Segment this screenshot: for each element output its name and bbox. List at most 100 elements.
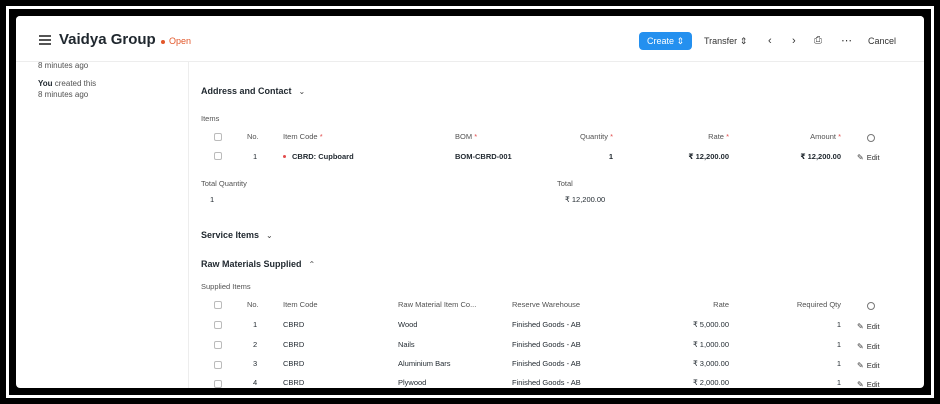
create-label: Create <box>646 36 674 46</box>
row-no: 2 <box>253 340 258 349</box>
row-item-code[interactable]: CBRD <box>283 340 304 349</box>
row-edit-button[interactable]: ✎ Edit <box>857 380 880 388</box>
chevron-updown-icon: ⇕ <box>739 36 748 46</box>
pencil-icon: ✎ <box>857 322 864 331</box>
required-marker: * <box>726 132 729 141</box>
row-checkbox[interactable] <box>214 341 222 349</box>
previous-icon[interactable]: ‹ <box>768 32 772 50</box>
form-main: Address and Contact ⌄ Items No. Item Code… <box>188 61 907 388</box>
row-quantity[interactable]: 1 <box>529 152 613 161</box>
status-dot-icon <box>161 39 165 44</box>
row-rate[interactable]: ₹ 12,200.00 <box>639 152 729 161</box>
required-marker: * <box>319 132 323 141</box>
row-raw-material[interactable]: Wood <box>398 320 417 329</box>
pencil-icon: ✎ <box>857 361 864 370</box>
col-rate: Rate <box>713 300 729 309</box>
col-amount: Amount * <box>751 132 841 141</box>
section-raw-materials[interactable]: Raw Materials Supplied ⌃ <box>201 259 315 269</box>
status-badge: Open <box>161 36 191 46</box>
activity-text: created this <box>54 79 97 88</box>
more-options-icon[interactable]: ⋯ <box>841 32 852 50</box>
row-rate: ₹ 1,000.00 <box>692 340 729 349</box>
col-reserve-warehouse: Reserve Warehouse <box>512 300 581 309</box>
select-all-checkbox[interactable] <box>214 133 222 141</box>
activity-time: 8 minutes ago <box>38 90 89 99</box>
page-header: Vaidya Group Open Create ⇕ Transfer ⇕ ‹ … <box>16 16 924 62</box>
row-edit-button[interactable]: ✎ Edit <box>857 361 880 370</box>
column-settings-icon[interactable] <box>867 302 875 310</box>
page-title: Vaidya Group <box>59 31 156 48</box>
row-required-qty: 1 <box>836 320 841 329</box>
row-raw-material[interactable]: Aluminium Bars <box>398 359 451 368</box>
edit-label: Edit <box>866 361 880 370</box>
row-required-qty: 1 <box>836 359 841 368</box>
row-checkbox[interactable] <box>214 152 222 160</box>
menu-icon[interactable] <box>39 35 51 45</box>
edit-label: Edit <box>866 380 880 388</box>
row-checkbox[interactable] <box>214 321 222 329</box>
section-title: Service Items <box>201 230 260 240</box>
print-icon[interactable]: ⎙ <box>814 32 822 50</box>
column-settings-icon[interactable] <box>867 134 875 142</box>
col-quantity-label: Quantity <box>580 132 608 141</box>
total-quantity-label: Total Quantity <box>201 179 247 188</box>
col-bom-label: BOM <box>455 132 473 141</box>
app-window: Vaidya Group Open Create ⇕ Transfer ⇕ ‹ … <box>16 16 924 388</box>
transfer-label: Transfer <box>704 36 738 46</box>
transfer-button[interactable]: Transfer ⇕ <box>704 32 747 50</box>
row-warehouse[interactable]: Finished Goods - AB <box>512 320 581 329</box>
row-item-code[interactable]: CBRD <box>283 320 304 329</box>
section-title: Address and Contact <box>201 86 292 96</box>
row-rate: ₹ 5,000.00 <box>692 320 729 329</box>
next-icon[interactable]: › <box>792 32 796 50</box>
cancel-button[interactable]: Cancel <box>868 32 896 50</box>
required-marker: * <box>838 132 841 141</box>
col-bom: BOM * <box>455 132 477 141</box>
col-item-code-label: Item Code <box>283 132 318 141</box>
activity-sidebar: 8 minutes ago You created this 8 minutes… <box>38 61 188 101</box>
create-button[interactable]: Create ⇕ <box>639 32 692 50</box>
row-item-code[interactable]: CBRD: Cupboard <box>292 152 354 161</box>
row-checkbox[interactable] <box>214 380 222 388</box>
total-label: Total <box>557 179 573 188</box>
row-item-code[interactable]: CBRD <box>283 359 304 368</box>
total-value: ₹ 12,200.00 <box>565 195 606 204</box>
section-title: Raw Materials Supplied <box>201 259 302 269</box>
col-no: No. <box>247 300 259 309</box>
chevron-up-icon: ⌃ <box>308 260 316 269</box>
required-marker: * <box>474 132 478 141</box>
col-item-code: Item Code <box>283 300 318 309</box>
required-marker: * <box>610 132 613 141</box>
chevron-updown-icon: ⇕ <box>676 36 685 46</box>
col-amount-label: Amount <box>810 132 836 141</box>
edit-label: Edit <box>866 322 880 331</box>
section-service-items[interactable]: Service Items ⌄ <box>201 230 273 240</box>
pencil-icon: ✎ <box>857 342 864 351</box>
edit-label: Edit <box>866 153 880 162</box>
row-no: 4 <box>253 378 258 387</box>
col-quantity: Quantity * <box>529 132 613 141</box>
row-item-code[interactable]: CBRD <box>283 378 304 387</box>
row-no: 1 <box>253 320 258 329</box>
col-no: No. <box>247 132 259 141</box>
total-quantity-value: 1 <box>210 195 215 204</box>
col-required-qty: Required Qty <box>796 300 841 309</box>
row-edit-button[interactable]: ✎ Edit <box>857 322 880 331</box>
row-required-qty: 1 <box>836 378 841 387</box>
col-item-code: Item Code * <box>283 132 323 141</box>
row-warehouse[interactable]: Finished Goods - AB <box>512 340 581 349</box>
row-raw-material[interactable]: Nails <box>398 340 415 349</box>
row-edit-button[interactable]: ✎ Edit <box>857 342 880 351</box>
row-warehouse[interactable]: Finished Goods - AB <box>512 378 581 387</box>
row-edit-button[interactable]: ✎ Edit <box>857 153 880 162</box>
supplied-items-label: Supplied Items <box>201 282 251 291</box>
select-all-checkbox[interactable] <box>214 301 222 309</box>
status-text: Open <box>169 36 192 46</box>
activity-actor: You <box>38 79 53 88</box>
section-address-contact[interactable]: Address and Contact ⌄ <box>201 86 305 96</box>
row-bom[interactable]: BOM-CBRD-001 <box>455 152 512 161</box>
row-rate: ₹ 2,000.00 <box>692 378 729 387</box>
row-warehouse[interactable]: Finished Goods - AB <box>512 359 581 368</box>
row-checkbox[interactable] <box>214 361 222 369</box>
row-raw-material[interactable]: Plywood <box>398 378 426 387</box>
